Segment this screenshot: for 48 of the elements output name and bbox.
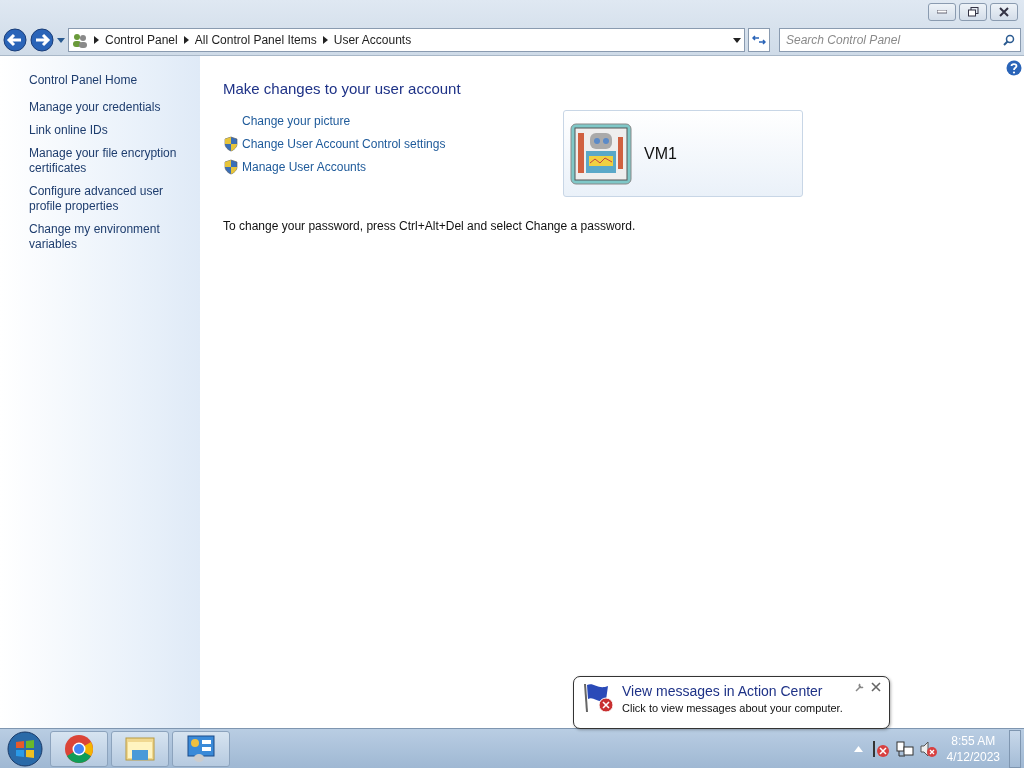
notification-balloon[interactable]: View messages in Action Center Click to view messages about your computer. <box>573 676 890 729</box>
users-icon <box>72 32 88 48</box>
breadcrumb-item[interactable]: All Control Panel Items <box>194 31 317 49</box>
back-icon[interactable] <box>3 28 27 52</box>
sidebar-link[interactable]: Control Panel Home <box>29 73 190 88</box>
restore-button[interactable] <box>959 3 987 21</box>
notification-title[interactable]: View messages in Action Center <box>622 682 843 700</box>
search-field[interactable]: Search Control Panel <box>779 28 1021 52</box>
task-link[interactable]: Change User Account Control settings <box>242 134 446 153</box>
sidebar-link[interactable]: Manage your file encryption certificates <box>29 146 190 176</box>
minimize-icon <box>937 10 947 14</box>
chevron-icon <box>322 36 328 44</box>
breadcrumb-item[interactable]: Control Panel <box>105 31 178 49</box>
password-note: To change your password, press Ctrl+Alt+Del and select Change a password. <box>223 218 637 235</box>
task-link[interactable]: Manage User Accounts <box>242 157 367 176</box>
sidebar-link[interactable]: Link online IDs <box>29 123 190 138</box>
page-heading: Make changes to your user account <box>223 79 462 99</box>
close-icon <box>999 7 1009 17</box>
taskbar-button[interactable] <box>111 730 169 767</box>
restore-icon <box>967 7 979 17</box>
account-name: VM1 <box>644 143 677 164</box>
refresh-button[interactable] <box>748 28 770 52</box>
notification-text: Click to view messages about your computer. <box>622 701 843 716</box>
dropdown-icon[interactable] <box>733 37 741 43</box>
search-icon <box>1003 34 1015 46</box>
network-icon[interactable] <box>895 739 914 758</box>
sidebar-link[interactable]: Configure advanced user profile properties <box>29 184 190 214</box>
taskbar-button[interactable] <box>172 730 230 767</box>
refresh-icon <box>752 34 766 46</box>
address-bar[interactable]: Control Panel All Control Panel Items User Accounts <box>68 28 745 52</box>
shield-icon <box>223 158 239 175</box>
browser-icon <box>64 733 94 764</box>
close-icon[interactable] <box>871 682 881 692</box>
task-link[interactable]: Change your picture <box>242 111 351 130</box>
shield-icon <box>223 135 239 152</box>
chevron-icon <box>94 36 99 44</box>
close-button[interactable] <box>990 3 1018 21</box>
taskbar-button[interactable] <box>50 730 108 767</box>
breadcrumb-item[interactable]: User Accounts <box>333 31 412 49</box>
sidebar-link[interactable]: Manage your credentials <box>29 100 190 115</box>
control-panel-icon <box>185 733 217 764</box>
chevron-icon <box>183 36 189 44</box>
sidebar-link[interactable]: Change my environment variables <box>29 222 190 252</box>
forward-icon[interactable] <box>30 28 54 52</box>
help-icon[interactable] <box>1006 60 1022 76</box>
robot-icon <box>570 122 632 185</box>
speaker-muted-icon[interactable] <box>919 739 938 758</box>
wrench-icon[interactable] <box>855 682 865 692</box>
